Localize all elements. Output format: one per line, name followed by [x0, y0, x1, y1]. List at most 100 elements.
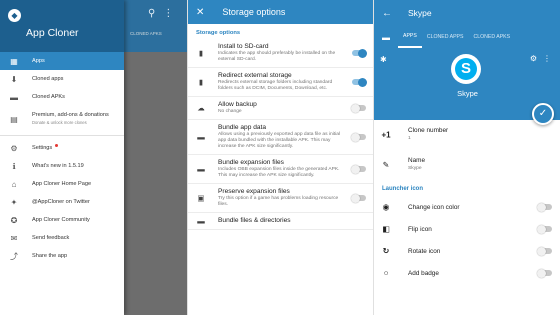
setting-name[interactable]: ✎ Name Skype: [374, 150, 560, 180]
toggle-switch[interactable]: [537, 246, 552, 256]
option-description: Try this option if a game has problems l…: [218, 196, 339, 207]
drawer-item-label: What's new in 1.5.19: [32, 162, 84, 169]
tab-cloned-apks[interactable]: CLONED APKS: [468, 26, 515, 48]
drawer-item-sublabel: Donate & unlock more clones: [32, 120, 87, 125]
drawer-item-feedback[interactable]: ✉ Send feedback: [0, 229, 124, 247]
option-title: Redirect external storage: [218, 72, 292, 79]
toggle-switch[interactable]: [352, 77, 367, 87]
tab-cloned-apps[interactable]: CLONED APPS: [422, 26, 469, 48]
option-description: Indicates the app should preferably be i…: [218, 51, 336, 62]
download-icon: ⬇: [10, 74, 18, 84]
option-change-icon-color[interactable]: ◉ Change icon color: [374, 196, 560, 218]
option-label: Rotate icon: [408, 247, 441, 255]
skype-clone-screen: ← Skype ▬ APPS CLONED APPS CLONED APKS ✱…: [373, 0, 560, 315]
drawer-item-label: App Cloner Community: [32, 216, 90, 223]
folder-icon[interactable]: ▬: [374, 26, 398, 48]
more-vert-icon: ⋮: [163, 8, 182, 19]
option-description: No change: [218, 109, 242, 114]
drawer-item-community[interactable]: ✪ App Cloner Community: [0, 211, 124, 229]
option-preserve-expansion-files[interactable]: ▣ Preserve expansion files Try this opti…: [188, 184, 373, 213]
setting-clone-number[interactable]: +1 Clone number 1: [374, 120, 560, 150]
drawer-item-label: Apps: [32, 57, 45, 64]
skype-toolbar: ← Skype: [374, 0, 560, 26]
drawer-item-settings[interactable]: ⚙ Settings: [0, 139, 124, 157]
gear-icon: ⚙: [10, 143, 18, 153]
option-title: Bundle expansion files: [218, 159, 284, 166]
page-title: Storage options: [222, 7, 286, 17]
option-label: Flip icon: [408, 225, 432, 233]
drawer-item-label: App Cloner Home Page: [32, 180, 92, 187]
drawer-item-twitter[interactable]: ✦ @AppCloner on Twitter: [0, 193, 124, 211]
drawer-header: ◆ App Cloner: [0, 0, 124, 52]
pencil-icon: ✎: [382, 160, 390, 170]
drawer-title: App Cloner: [26, 27, 79, 39]
option-title: Bundle app data: [218, 124, 267, 131]
option-description: Allows using a previously exported app d…: [218, 132, 341, 149]
navigation-drawer: ◆ App Cloner ▦ Apps ⬇ Cloned apps ▬ Clon…: [0, 0, 124, 315]
drawer-item-share[interactable]: ⤴ Share the app: [0, 247, 124, 265]
feedback-icon: ✉: [10, 233, 18, 243]
setting-value: Skype: [408, 166, 422, 171]
option-label: Add badge: [408, 269, 439, 277]
setting-title: Clone number: [408, 127, 449, 134]
toggle-switch[interactable]: [537, 224, 552, 234]
tab-apps[interactable]: APPS: [398, 26, 422, 48]
drawer-item-cloned-apps[interactable]: ⬇ Cloned apps: [0, 70, 124, 88]
option-rotate-icon[interactable]: ↻ Rotate icon: [374, 240, 560, 262]
tab-bar: ▬ APPS CLONED APPS CLONED APKS: [374, 26, 560, 48]
toggle-switch[interactable]: [351, 164, 366, 174]
star-icon[interactable]: ✱: [380, 55, 387, 64]
option-redirect-external-storage[interactable]: ▮ Redirect external storage Redirects ex…: [188, 68, 373, 97]
home-icon: ⌂: [11, 179, 17, 189]
app-name: Skype: [457, 89, 478, 98]
gear-icon[interactable]: ⚙: [530, 54, 537, 63]
setting-value: 1: [408, 136, 411, 141]
option-add-badge[interactable]: ○ Add badge: [374, 262, 560, 284]
palette-icon: ◉: [382, 202, 390, 212]
section-header: Storage options: [196, 30, 241, 36]
toggle-switch[interactable]: [537, 268, 552, 278]
toggle-switch[interactable]: [351, 103, 366, 113]
skype-logo-letter: S: [455, 58, 477, 80]
more-vert-icon[interactable]: ⋮: [543, 54, 551, 63]
option-install-sd-card[interactable]: ▮ Install to SD-card Indicates the app s…: [188, 39, 373, 68]
option-bundle-expansion-files[interactable]: ▬ Bundle expansion files Includes OBB ex…: [188, 155, 373, 184]
close-icon[interactable]: ✕: [196, 7, 204, 18]
option-bundle-files-directories[interactable]: ▬ Bundle files & directories: [188, 213, 373, 230]
drawer-item-label: Cloned apps: [32, 75, 64, 82]
badge-icon: ○: [383, 268, 389, 278]
plus-one-icon: +1: [381, 130, 391, 140]
search-icon: ⚲: [148, 8, 164, 19]
option-flip-icon[interactable]: ◧ Flip icon: [374, 218, 560, 240]
folder-icon: ▬: [197, 216, 205, 226]
option-bundle-app-data[interactable]: ▬ Bundle app data Allows using a previou…: [188, 120, 373, 155]
drawer-item-premium[interactable]: ▤ Premium, add-ons & donations Donate & …: [0, 106, 124, 132]
toggle-switch[interactable]: [351, 132, 366, 142]
info-icon: ℹ: [12, 161, 16, 171]
drawer-item-apps[interactable]: ▦ Apps: [0, 52, 124, 70]
share-icon: ⤴: [10, 251, 18, 261]
option-label: Change icon color: [408, 203, 460, 211]
toggle-switch[interactable]: [351, 193, 366, 203]
folder-icon: ▬: [197, 164, 205, 174]
drawer-item-label: Cloned APKs: [32, 93, 65, 100]
drawer-item-label: Settings: [32, 144, 53, 151]
drawer-item-label: @AppCloner on Twitter: [32, 198, 90, 205]
option-allow-backup[interactable]: ☁ Allow backup No change: [188, 97, 373, 120]
twitter-icon: ✦: [10, 197, 18, 207]
toggle-switch[interactable]: [352, 48, 367, 58]
drawer-item-home-page[interactable]: ⌂ App Cloner Home Page: [0, 175, 124, 193]
option-description: Includes OBB expansion files inside the …: [218, 167, 340, 178]
drawer-item-whats-new[interactable]: ℹ What's new in 1.5.19: [0, 157, 124, 175]
skype-logo: S: [451, 54, 481, 84]
page-title: Skype: [408, 8, 432, 18]
back-arrow-icon[interactable]: ←: [382, 8, 392, 19]
drawer-item-cloned-apks[interactable]: ▬ Cloned APKs: [0, 88, 124, 106]
apps-grid-icon: ▦: [10, 56, 18, 66]
toggle-switch[interactable]: [537, 202, 552, 212]
app-cloner-drawer-screen: ⚲⋮ CLONED APKS ◆ App Cloner ▦ Apps ⬇ Clo…: [0, 0, 187, 315]
cloud-upload-icon: ☁: [197, 103, 205, 113]
sd-card-icon: ▮: [198, 77, 204, 87]
option-title: Install to SD-card: [218, 43, 269, 50]
drawer-item-label: Send feedback: [32, 234, 70, 241]
